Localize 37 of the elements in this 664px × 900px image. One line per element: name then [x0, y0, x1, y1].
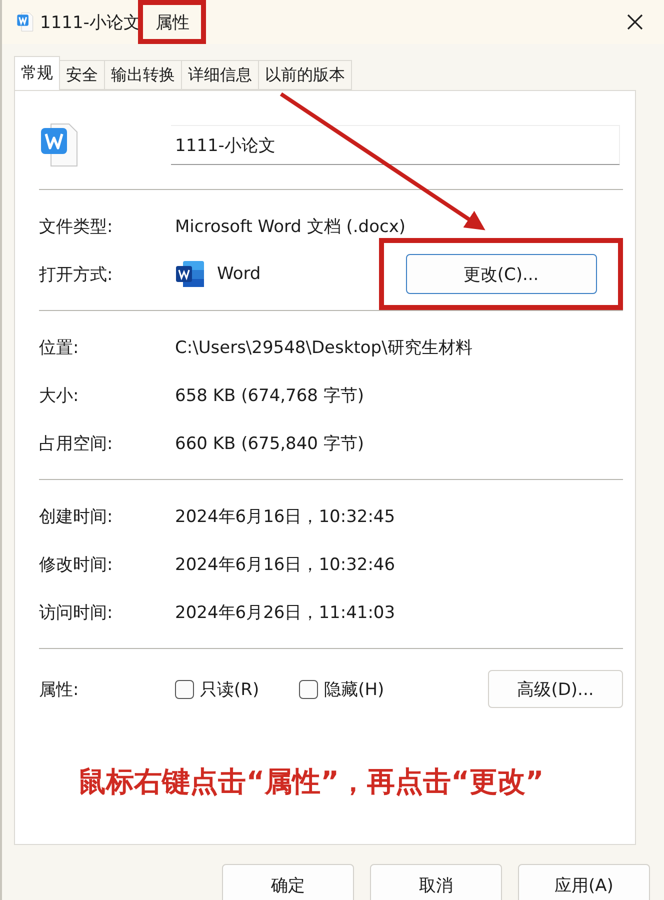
tab[interactable]: 以前的版本 — [258, 60, 352, 90]
field-label: 文件类型: — [39, 216, 114, 238]
field-value: 658 KB (674,768 字节) — [175, 384, 364, 406]
tab[interactable]: 详细信息 — [181, 60, 259, 90]
field-label: 位置: — [39, 336, 80, 358]
window-title: 1111-小论文 — [40, 12, 140, 34]
document-icon — [39, 122, 79, 168]
dialog-button[interactable]: 应用(A) — [518, 864, 650, 900]
word-app-icon — [175, 260, 205, 288]
field-label: 创建时间: — [39, 506, 114, 528]
tab[interactable]: 输出转换 — [104, 60, 182, 90]
field-value: 2024年6月16日，10:32:45 — [175, 506, 396, 528]
field-value: C:\Users\29548\Desktop\研究生材料 — [175, 336, 472, 358]
field-label: 修改时间: — [39, 554, 114, 576]
file-type-value: Microsoft Word 文档 (.docx) — [175, 216, 406, 238]
app-name: Word — [217, 264, 261, 284]
window-title-suffix: 属性 — [155, 12, 190, 34]
field-label: 占用空间: — [39, 432, 114, 454]
field-value: 2024年6月26日，11:41:03 — [175, 602, 396, 624]
field-value: 660 KB (675,840 字节) — [175, 432, 364, 454]
field-label: 打开方式: — [39, 264, 114, 286]
dialog-button[interactable]: 取消 — [370, 864, 502, 900]
tab[interactable]: 安全 — [59, 60, 105, 90]
annotation-caption: 鼠标右键点击“属性”，再点击“更改” — [77, 764, 545, 800]
tab[interactable]: 常规 — [14, 56, 60, 90]
checkbox[interactable]: 隐藏(H) — [299, 678, 384, 700]
file-name-field[interactable]: 1111-小论文 — [171, 125, 620, 165]
field-value: 2024年6月16日，10:32:46 — [175, 554, 396, 576]
close-icon[interactable] — [626, 13, 644, 31]
field-label: 访问时间: — [39, 602, 114, 624]
field-label: 大小: — [39, 384, 80, 406]
field-label: 属性: — [39, 678, 80, 700]
advanced-button[interactable]: 高级(D)... — [488, 670, 623, 708]
change-button[interactable]: 更改(C)... — [406, 254, 596, 294]
checkbox[interactable]: 只读(R) — [175, 678, 260, 700]
dialog-button[interactable]: 确定 — [222, 864, 354, 900]
document-icon — [16, 12, 34, 32]
